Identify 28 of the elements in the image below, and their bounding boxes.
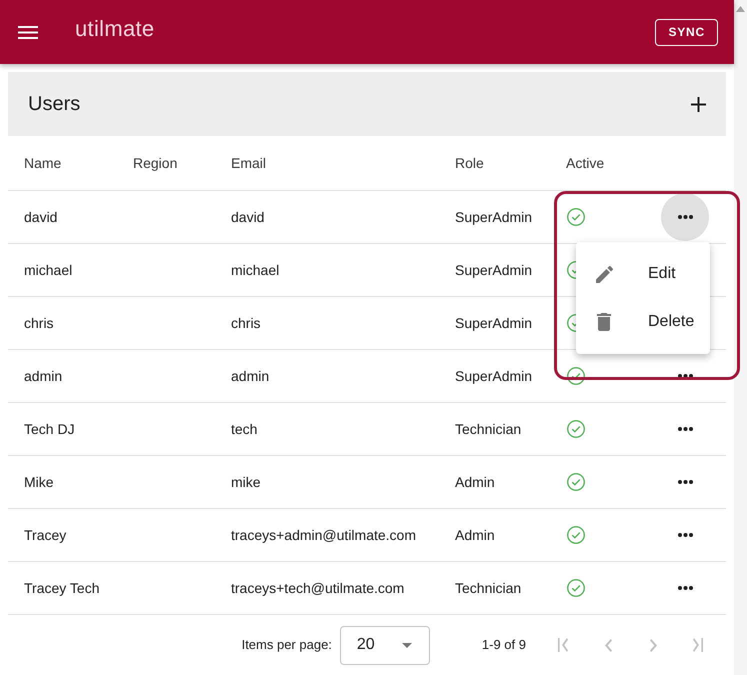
table-cell-text: Admin: [455, 472, 495, 492]
page-range: 1-9 of 9: [482, 636, 526, 654]
table-cell-text: SuperAdmin: [455, 260, 532, 280]
table-cell-text: SuperAdmin: [455, 314, 532, 333]
table-cell-text: chris: [24, 314, 54, 332]
app-logo: utilmate: [75, 18, 154, 40]
table-cell-text: SuperAdmin: [455, 208, 532, 227]
table-cell-text: michael: [231, 260, 280, 280]
table-cell-text: Admin: [455, 526, 495, 544]
table-cell-text: Technician: [455, 420, 522, 438]
table-cell-text: Tracey: [24, 526, 66, 545]
items-per-page-label: Items per page:: [242, 636, 332, 654]
table-cell-text: david: [231, 208, 264, 226]
table-cell-text: Mike: [24, 472, 54, 492]
table-cell-text: david: [24, 208, 58, 226]
table-cell-text: traceys+admin@utilmate.com: [231, 526, 416, 545]
table-cell-text: admin: [231, 366, 270, 386]
table-cell-text: traceys+tech@utilmate.com: [231, 578, 404, 598]
table-cell-text: Tracey Tech: [24, 578, 100, 598]
table-cell-text: mike: [231, 472, 261, 492]
panel-title: Users: [28, 92, 80, 117]
table-cell-text: Tech DJ: [24, 420, 75, 438]
table-cell-text: SuperAdmin: [455, 366, 532, 386]
table-cell-text: tech: [231, 420, 258, 438]
table-cell-text: michael: [24, 260, 72, 280]
table-cell-text: chris: [231, 314, 261, 332]
table-cell-text: Technician: [455, 578, 522, 598]
table-cell-text: admin: [24, 366, 62, 386]
